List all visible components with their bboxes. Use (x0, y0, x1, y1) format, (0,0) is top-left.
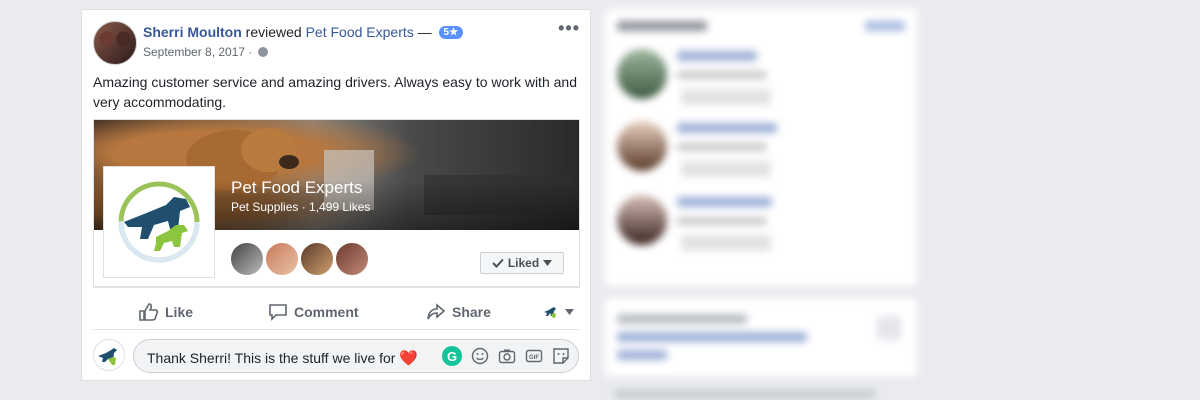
friend-avatar[interactable] (335, 242, 369, 276)
rating-badge: 5★ (438, 26, 464, 39)
svg-text:GIF: GIF (529, 355, 539, 361)
meta-separator: · (248, 45, 253, 59)
share-label: Share (452, 304, 491, 320)
globe-icon (257, 47, 268, 57)
share-icon (427, 303, 446, 320)
page-name[interactable]: Pet Food Experts (231, 178, 362, 198)
comment-label: Comment (294, 304, 359, 320)
divider (93, 287, 580, 288)
post-meta: September 8, 2017 · (143, 45, 268, 59)
like-label: Like (165, 304, 194, 320)
post-header: Sherri Moulton reviewed Pet Food Experts… (143, 24, 464, 40)
review-verb: reviewed (245, 24, 302, 40)
page-meta: Pet Supplies · 1,499 Likes (231, 200, 371, 214)
divider (93, 329, 580, 330)
chevron-down-icon (565, 309, 574, 315)
page-link[interactable]: Pet Food Experts (306, 24, 414, 40)
camera-icon[interactable] (498, 347, 516, 365)
gif-icon[interactable]: GIF (525, 347, 543, 365)
friend-avatar[interactable] (230, 242, 264, 276)
post-actions: Like Comment Share (93, 295, 580, 329)
chevron-down-icon (543, 260, 553, 266)
emoji-icon[interactable] (471, 347, 489, 365)
comment-button[interactable]: Comment (268, 295, 359, 329)
checkmark-icon (492, 258, 504, 268)
liked-button[interactable]: Liked (480, 252, 564, 274)
review-post: Sherri Moulton reviewed Pet Food Experts… (81, 9, 591, 381)
post-date[interactable]: September 8, 2017 (143, 45, 245, 59)
heart-emoji: ❤️ (399, 350, 419, 367)
comment-composer: Thank Sherri! This is the stuff we live … (93, 337, 580, 375)
sticker-icon[interactable] (552, 347, 570, 365)
comment-input[interactable]: Thank Sherri! This is the stuff we live … (133, 339, 579, 373)
author-link[interactable]: Sherri Moulton (143, 24, 242, 40)
friend-avatar[interactable] (300, 242, 334, 276)
language-panel (605, 298, 917, 376)
comment-text: Thank Sherri! This is the stuff we live … (147, 349, 418, 367)
page-avatar[interactable] (93, 339, 125, 371)
friend-avatar[interactable] (265, 242, 299, 276)
comment-body: Thank Sherri! This is the stuff we live … (147, 350, 396, 366)
footer-links (615, 390, 875, 398)
comment-icon (269, 304, 287, 321)
grammarly-icon[interactable]: G (442, 346, 462, 366)
header-dash: — (417, 24, 432, 40)
comment-tools: G GIF (442, 346, 570, 366)
like-button[interactable]: Like (139, 295, 193, 329)
like-icon (139, 303, 159, 321)
more-icon[interactable]: ••• (558, 18, 580, 39)
page-logo[interactable] (103, 166, 215, 278)
page-card[interactable]: Pet Food Experts Pet Supplies · 1,499 Li… (93, 119, 580, 287)
page-dog-icon (544, 307, 556, 318)
post-as-selector[interactable] (543, 295, 574, 329)
liked-label: Liked (507, 256, 540, 270)
author-avatar[interactable] (93, 21, 137, 65)
post-text: Amazing customer service and amazing dri… (93, 74, 577, 110)
people-panel (605, 9, 917, 286)
share-button[interactable]: Share (426, 295, 491, 329)
